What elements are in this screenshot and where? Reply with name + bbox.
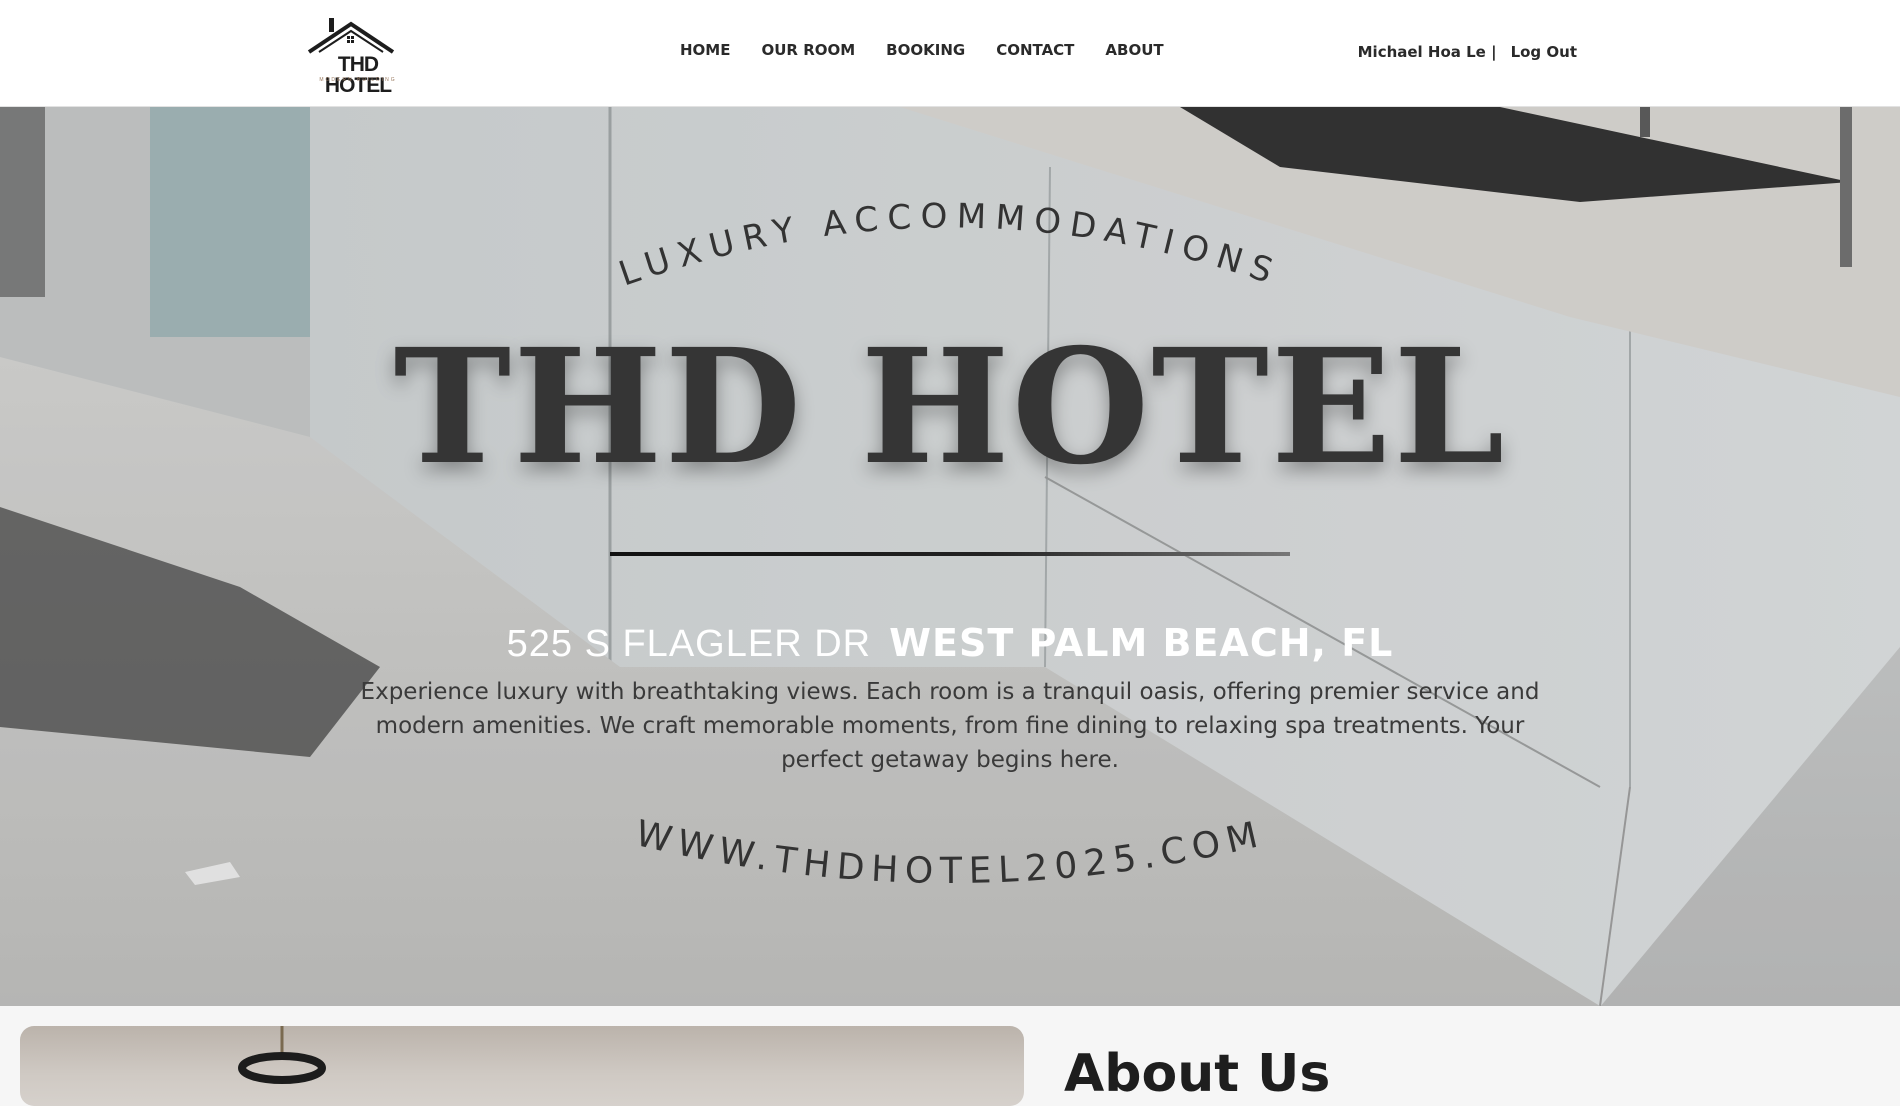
- nav-about[interactable]: ABOUT: [1105, 41, 1163, 59]
- user-name: Michael Hoa Le |: [1357, 43, 1497, 61]
- nav-our-room[interactable]: OUR ROOM: [761, 41, 855, 59]
- about-heading: About Us: [1064, 1044, 1331, 1104]
- nav-home[interactable]: HOME: [680, 41, 730, 59]
- nav-booking[interactable]: BOOKING: [886, 41, 965, 59]
- hotel-logo[interactable]: THD HOTEL MODERN BUILDING: [303, 14, 413, 96]
- nav-contact[interactable]: CONTACT: [996, 41, 1074, 59]
- main-nav: HOME OUR ROOM BOOKING CONTACT ABOUT: [680, 41, 1164, 59]
- hero-content: LUXURY ACCOMMODATIONS THD HOTEL 525 S FL…: [0, 107, 1900, 1006]
- site-header: THD HOTEL MODERN BUILDING HOME OUR ROOM …: [0, 0, 1900, 107]
- hero-section: LUXURY ACCOMMODATIONS THD HOTEL 525 S FL…: [0, 107, 1900, 1006]
- logo-tagline: MODERN BUILDING: [319, 77, 397, 83]
- hero-website-arc: WWW.THDHOTEL2025.COM: [632, 813, 1269, 892]
- logo-text: THD HOTEL: [324, 53, 392, 97]
- room-preview-image: [20, 1026, 1024, 1106]
- website-url[interactable]: WWW.THDHOTEL2025.COM: [632, 813, 1269, 892]
- svg-text:WWW.THDHOTEL2025.COM: WWW.THDHOTEL2025.COM: [632, 813, 1269, 892]
- user-menu: Michael Hoa Le | Log Out: [1358, 43, 1577, 61]
- logout-link[interactable]: Log Out: [1511, 43, 1577, 61]
- pendant-lamp-icon: [238, 1026, 326, 1084]
